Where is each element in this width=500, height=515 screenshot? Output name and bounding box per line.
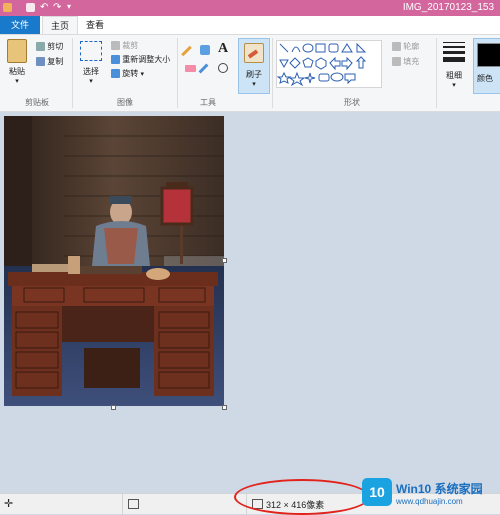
size-button[interactable]: 粗细 ▾ (440, 40, 468, 94)
save-icon[interactable] (26, 3, 35, 12)
ribbon-tabs: 文件 主页 查看 (0, 16, 500, 35)
tab-file[interactable]: 文件 (0, 16, 40, 34)
divider (436, 38, 437, 108)
fill-icon[interactable] (200, 45, 210, 55)
copy-button[interactable]: 复制 (36, 56, 63, 67)
resize-handle-right[interactable] (222, 258, 227, 263)
fill-button[interactable]: 填充 (392, 56, 419, 67)
eraser-icon[interactable] (185, 65, 196, 72)
shapes-gallery[interactable] (276, 40, 382, 88)
color-swatch (477, 43, 500, 67)
tab-view[interactable]: 查看 (80, 16, 110, 34)
outline-icon (392, 42, 401, 52)
color-picker-icon[interactable] (198, 63, 209, 74)
quick-access-dropdown-icon[interactable]: ▾ (67, 2, 71, 11)
fill-bucket-icon (392, 57, 401, 67)
rotate-label: 旋转 (122, 69, 139, 78)
window-title: IMG_20170123_153 (402, 2, 494, 13)
select-button[interactable]: 选择 ▾ (78, 41, 104, 91)
line-width-icon (443, 42, 465, 62)
color-label: 颜色 (477, 74, 493, 83)
magnifier-icon[interactable] (218, 63, 228, 73)
ribbon: 粘贴 ▾ 剪切 复制 剪贴板 选择 ▾ 裁剪 重新调整大小 旋转 ▾ 图像 A … (0, 35, 500, 112)
rotate-button[interactable]: 旋转 ▾ (111, 68, 144, 79)
chevron-down-icon: ▾ (15, 78, 19, 85)
copy-label: 复制 (47, 57, 64, 66)
rotate-icon (111, 69, 120, 79)
shapes-icons (276, 42, 367, 87)
resize-handle-corner[interactable] (222, 405, 227, 410)
brushes-button[interactable]: 刷子 ▾ (238, 38, 270, 94)
select-icon (80, 41, 102, 61)
cut-label: 剪切 (47, 42, 64, 51)
crop-label: 裁剪 (122, 41, 139, 50)
shapes-group-label: 形状 (344, 98, 360, 107)
title-bar: ↶ ↷ ▾ IMG_20170123_153 (0, 0, 500, 16)
divider (72, 38, 73, 108)
fill-label: 填充 (403, 57, 420, 66)
cursor-position-icon: ✛ (4, 498, 14, 510)
brushes-label: 刷子 (246, 70, 262, 79)
resize-button[interactable]: 重新调整大小 (111, 54, 170, 65)
resize-label: 重新调整大小 (122, 55, 171, 64)
image-group-label: 图像 (117, 98, 133, 107)
paste-label: 粘贴 (9, 67, 25, 76)
color1-button[interactable]: 颜色 (473, 38, 500, 94)
clipboard-icon (7, 39, 27, 63)
brush-icon (244, 43, 264, 63)
tools-group-label: 工具 (200, 98, 216, 107)
paste-button[interactable]: 粘贴 ▾ (6, 39, 28, 89)
chevron-down-icon: ▾ (140, 71, 144, 78)
chevron-down-icon: ▾ (89, 78, 93, 85)
status-divider (122, 494, 123, 514)
text-icon[interactable]: A (218, 41, 228, 57)
watermark-url: www.qdhuajin.com (396, 497, 463, 506)
resize-icon (111, 55, 120, 65)
divider (272, 38, 273, 108)
undo-icon[interactable]: ↶ (40, 2, 48, 13)
canvas-image[interactable] (4, 116, 224, 406)
watermark-logo: 10 (362, 478, 392, 506)
chevron-down-icon: ▾ (252, 81, 256, 88)
pencil-icon[interactable] (181, 45, 192, 57)
watermark-title: Win10 系统家园 (396, 482, 483, 496)
select-label: 选择 (83, 67, 99, 76)
clipboard-group-label: 剪贴板 (25, 98, 49, 107)
photo-illustration (4, 116, 224, 406)
crop-button[interactable]: 裁剪 (111, 40, 138, 51)
resize-handle-bottom[interactable] (111, 405, 116, 410)
cut-button[interactable]: 剪切 (36, 41, 63, 52)
scissors-icon (36, 42, 45, 52)
copy-icon (36, 57, 45, 67)
tab-home[interactable]: 主页 (42, 16, 78, 34)
highlight-annotation (234, 479, 370, 515)
chevron-down-icon: ▾ (452, 82, 456, 89)
crop-icon (111, 41, 120, 51)
app-icon[interactable] (3, 3, 12, 12)
size-label: 粗细 (446, 71, 462, 80)
outline-label: 轮廓 (403, 42, 420, 51)
outline-button[interactable]: 轮廓 (392, 41, 419, 52)
selection-size-icon (128, 499, 139, 509)
redo-icon[interactable]: ↷ (53, 2, 61, 13)
divider (177, 38, 178, 108)
